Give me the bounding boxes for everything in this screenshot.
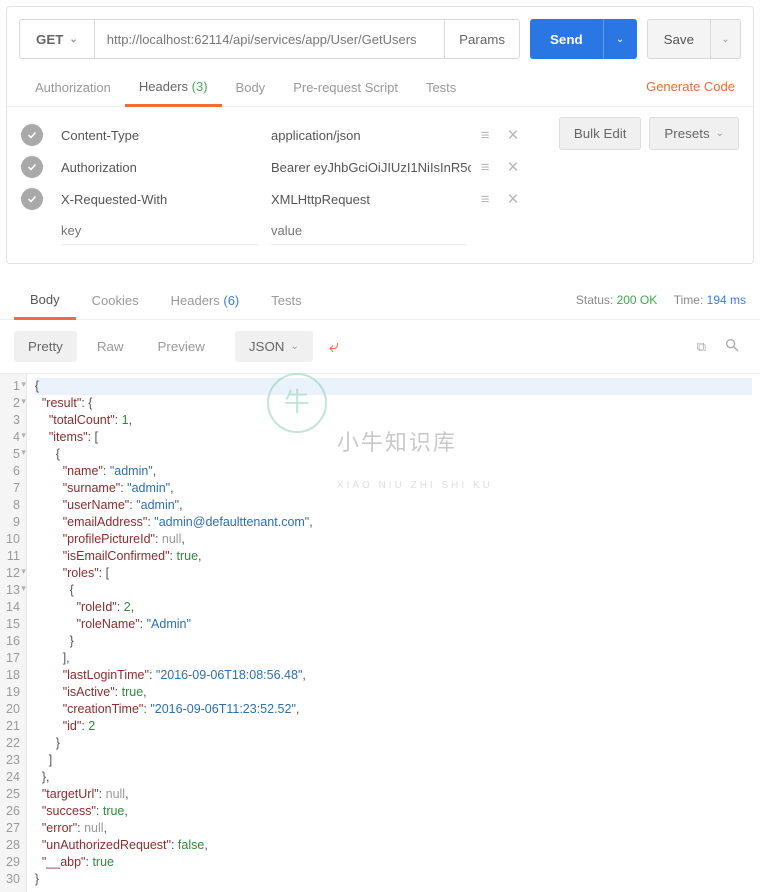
header-value[interactable]: application/json [271, 128, 471, 143]
http-method-label: GET [36, 32, 63, 47]
bulk-edit-button[interactable]: Bulk Edit [559, 117, 642, 150]
delete-header-icon[interactable]: ✕ [499, 190, 527, 208]
header-row: Authorization Bearer eyJhbGciOiJIUzI1NiI… [21, 151, 739, 183]
params-button[interactable]: Params [445, 19, 520, 59]
generate-code-link[interactable]: Generate Code [642, 67, 739, 106]
pretty-button[interactable]: Pretty [14, 331, 77, 362]
rtab-headers[interactable]: Headers (6) [155, 281, 256, 318]
response-meta: Status: 200 OK Time: 194 ms [576, 293, 746, 307]
header-value-input[interactable] [271, 217, 467, 245]
response-tabs: Body Cookies Headers (6) Tests Status: 2… [0, 280, 760, 320]
send-dropdown-button[interactable]: ⌄ [603, 19, 637, 59]
tab-body[interactable]: Body [222, 68, 280, 105]
raw-button[interactable]: Raw [83, 331, 138, 362]
header-key[interactable]: Authorization [61, 160, 271, 175]
header-enable-toggle[interactable] [21, 188, 43, 210]
header-key[interactable]: Content-Type [61, 128, 271, 143]
drag-handle-icon[interactable]: ≡ [471, 159, 499, 176]
tab-headers-label: Headers [139, 79, 188, 94]
header-key[interactable]: X-Requested-With [61, 192, 271, 207]
search-icon[interactable] [718, 333, 746, 360]
copy-icon[interactable]: ⧉ [691, 335, 712, 359]
wrap-lines-icon[interactable]: ⤶ [319, 330, 349, 363]
delete-header-icon[interactable]: ✕ [499, 126, 527, 144]
http-method-selector[interactable]: GET ⌄ [19, 19, 95, 59]
header-enable-toggle[interactable] [21, 156, 43, 178]
tab-authorization[interactable]: Authorization [21, 68, 125, 105]
chevron-down-icon: ⌄ [721, 34, 729, 45]
chevron-down-icon: ⌄ [290, 341, 298, 352]
header-enable-toggle[interactable] [21, 124, 43, 146]
save-dropdown-button[interactable]: ⌄ [711, 19, 741, 59]
header-value[interactable]: Bearer eyJhbGciOiJIUzI1NiIsInR5c [271, 160, 471, 175]
request-tabs: Authorization Headers (3) Body Pre-reque… [7, 67, 753, 107]
response-body-viewer[interactable]: 1234567891011121314151617181920212223242… [0, 373, 760, 892]
chevron-down-icon: ⌄ [716, 128, 724, 139]
format-selector[interactable]: JSON ⌄ [235, 331, 313, 362]
drag-handle-icon[interactable]: ≡ [471, 127, 499, 144]
tab-headers[interactable]: Headers (3) [125, 67, 222, 107]
rtab-tests[interactable]: Tests [255, 281, 317, 318]
header-key-input[interactable] [61, 217, 259, 245]
chevron-down-icon: ⌄ [69, 34, 77, 45]
header-row: X-Requested-With XMLHttpRequest ≡ ✕ [21, 183, 739, 215]
tab-headers-count: (3) [192, 79, 208, 94]
tab-tests[interactable]: Tests [412, 68, 470, 105]
save-button[interactable]: Save [647, 19, 711, 59]
presets-label: Presets [664, 126, 709, 141]
send-button[interactable]: Send [530, 19, 603, 59]
tab-prerequest[interactable]: Pre-request Script [279, 68, 412, 105]
drag-handle-icon[interactable]: ≡ [471, 191, 499, 208]
rtab-cookies[interactable]: Cookies [76, 281, 155, 318]
rtab-body[interactable]: Body [14, 280, 76, 320]
chevron-down-icon: ⌄ [616, 34, 624, 45]
header-value[interactable]: XMLHttpRequest [271, 192, 471, 207]
url-input[interactable] [95, 19, 445, 59]
delete-header-icon[interactable]: ✕ [499, 158, 527, 176]
presets-button[interactable]: Presets ⌄ [649, 117, 739, 150]
preview-button[interactable]: Preview [143, 331, 218, 362]
